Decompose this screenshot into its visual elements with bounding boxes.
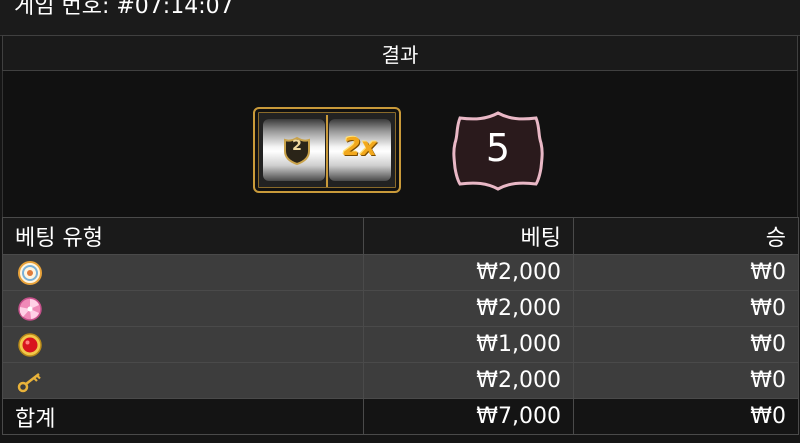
- slot-reel-frame: 2 2x: [253, 107, 401, 193]
- table-row: ₩2,000 ₩0: [2, 290, 799, 327]
- header-bet: 베팅: [363, 217, 574, 255]
- header-win: 승: [573, 217, 799, 255]
- reel-divider: [326, 115, 328, 187]
- result-number: 5: [485, 126, 511, 170]
- bet-amount: ₩1,000: [363, 326, 574, 363]
- target-icon: [18, 260, 42, 285]
- header-bet-type: 베팅 유형: [2, 217, 364, 255]
- game-info-bar: 게임 번호: #07:14:07: [0, 0, 800, 36]
- win-amount: ₩0: [573, 290, 799, 327]
- bet-amount: ₩2,000: [363, 254, 574, 291]
- bet-amount: ₩2,000: [363, 290, 574, 327]
- win-amount: ₩0: [573, 254, 799, 291]
- reel-right: 2x: [329, 119, 391, 181]
- reel-left: 2: [263, 119, 325, 181]
- reel-number: 2: [292, 138, 302, 154]
- reel-multiplier: 2x: [343, 132, 377, 161]
- candy-icon: [18, 296, 42, 321]
- total-win: ₩0: [573, 398, 799, 435]
- red-gem-icon: [18, 332, 42, 357]
- total-label: 합계: [2, 398, 364, 435]
- total-row: 합계 ₩7,000 ₩0: [2, 398, 799, 435]
- table-row: ₩1,000 ₩0: [2, 326, 799, 363]
- bets-table: 베팅 유형 베팅 승 ₩2,000 ₩0 ₩2,000 ₩0 ₩1,000 ₩0…: [2, 217, 799, 435]
- win-amount: ₩0: [573, 326, 799, 363]
- table-header-row: 베팅 유형 베팅 승: [2, 217, 799, 255]
- game-number: 게임 번호: #07:14:07: [14, 0, 234, 19]
- win-amount: ₩0: [573, 362, 799, 399]
- table-row: ₩2,000 ₩0: [2, 362, 799, 399]
- table-row: ₩2,000 ₩0: [2, 254, 799, 291]
- key-icon: [17, 372, 41, 392]
- total-bet: ₩7,000: [363, 398, 574, 435]
- bet-amount: ₩2,000: [363, 362, 574, 399]
- result-header: 결과: [2, 35, 798, 71]
